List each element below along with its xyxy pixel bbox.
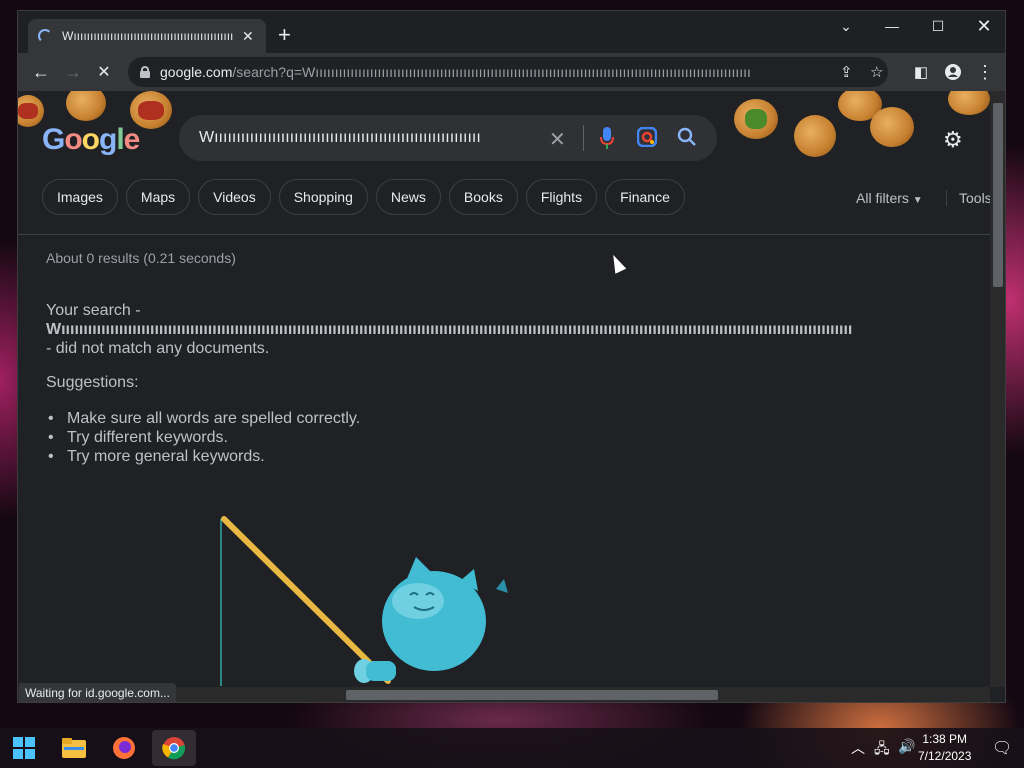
suggestion-item: Try more general keywords. [48,447,360,466]
new-tab-button[interactable]: + [278,23,291,47]
search-divider [583,125,584,151]
chip-videos[interactable]: Videos [198,179,271,215]
doodle-snack [948,91,990,115]
all-filters-label: All filters [856,190,909,206]
kebab-menu-icon[interactable]: ⋮ [972,59,998,85]
close-window-button[interactable]: ✕ [961,11,1005,41]
chrome-taskbar-icon[interactable] [152,730,196,766]
vertical-scrollbar[interactable] [990,91,1005,687]
chip-flights[interactable]: Flights [525,179,598,215]
settings-gear-icon[interactable]: ⚙ [943,127,963,153]
chip-finance[interactable]: Finance [605,179,685,215]
tray-overflow-chevron-icon[interactable]: ︿ [851,738,865,758]
chrome-window: Wııııııııııııııııııııııııııııııııııııııı… [17,10,1006,703]
chip-shopping[interactable]: Shopping [278,179,368,215]
doodle-snack [18,95,44,127]
tab-strip: Wııııııııııııııııııııııııııııııııııııııı… [18,11,1005,53]
network-icon[interactable]: 🖧 [874,738,890,762]
search-icon[interactable] [677,127,697,152]
status-bubble: Waiting for id.google.com... [19,683,176,702]
taskbar-clock[interactable]: 1:38 PM 7/12/2023 [918,731,971,765]
firefox-icon[interactable] [110,734,138,762]
url-host: google.com [160,64,233,80]
tools-button[interactable]: Tools [946,190,990,206]
notification-icon[interactable]: 🗨 [992,738,1012,758]
horizontal-scrollbar-thumb[interactable] [346,690,718,700]
volume-icon[interactable]: 🔊 [898,738,915,755]
active-tab[interactable]: Wııııııııııııııııııııııııııııııııııııııı… [28,19,266,53]
doodle-snack [66,91,106,121]
forward-button[interactable]: → [60,59,86,85]
lock-icon[interactable] [140,66,150,78]
minimize-button[interactable]: — [869,11,915,41]
no-results-suffix: - did not match any documents. [46,340,270,357]
chip-books[interactable]: Books [448,179,518,215]
stop-loading-button[interactable]: ✕ [91,59,117,85]
vertical-scrollbar-thumb[interactable] [993,103,1003,287]
no-results-query: Wııııııııııııııııııııııııııııııııııııııı… [46,321,853,338]
no-results-prefix: Your search - [46,302,141,319]
result-stats: About 0 results (0.21 seconds) [46,250,236,266]
search-input[interactable]: Wııııııııııııııııııııııııııııııııııııııı… [199,129,535,147]
back-button[interactable]: ← [28,59,54,85]
search-results-page: Google Wıııııııııııııııııııııııııııııııı… [18,91,990,687]
tab-title: Wııııııııııııııııııııııııııııııııııııııı… [62,29,234,43]
suggestions-heading: Suggestions: [46,374,139,391]
suggestion-item: Try different keywords. [48,428,360,447]
caret-down-icon: ▼ [912,195,923,206]
address-bar[interactable]: google.com /search?q=Wıııııııııııııııııı… [128,57,888,87]
search-tabs: Images Maps Videos Shopping News Books F… [42,179,685,215]
windows-taskbar: ︿ 🖧 🔊 1:38 PM 7/12/2023 🗨 [0,728,1024,768]
doodle-snack [734,99,778,139]
all-filters-dropdown[interactable]: All filters ▼ [856,190,923,206]
google-logo[interactable]: Google [42,123,140,157]
tab-close-icon[interactable]: ✕ [242,28,254,45]
loading-spinner-icon [38,29,52,43]
clear-search-icon[interactable]: ✕ [549,127,566,152]
start-windows-icon[interactable] [10,734,38,762]
tab-search-icon[interactable]: ⌄ [823,11,869,41]
doodle-snack [794,115,836,157]
search-box[interactable]: Wııııııııııııııııııııııııııııııııııııııı… [179,115,717,161]
header-divider [18,234,990,235]
no-results-message: Your search - Wııııııııııııııııııııııııı… [46,301,990,358]
browser-toolbar: ← → ✕ google.com /search?q=Wıııııııııııı… [18,53,1005,91]
chip-images[interactable]: Images [42,179,118,215]
chip-maps[interactable]: Maps [125,179,191,215]
chip-news[interactable]: News [375,179,441,215]
fishing-monster-illustration [220,516,508,686]
suggestion-item: Make sure all words are spelled correctl… [48,409,360,428]
clock-time: 1:38 PM [922,732,968,746]
share-icon[interactable]: ⇪ [840,63,853,81]
side-panel-icon[interactable]: ◧ [908,59,934,85]
clock-date: 7/12/2023 [918,749,972,763]
file-explorer-icon[interactable] [60,734,88,762]
suggestions-list: Make sure all words are spelled correctl… [48,409,360,466]
mouse-cursor [607,252,627,274]
google-lens-icon[interactable] [636,126,658,152]
url-path: /search?q=Wııııııııııııııııııııııııııııı… [232,64,751,80]
bookmark-star-icon[interactable]: ☆ [870,63,883,81]
maximize-button[interactable]: ☐ [915,11,961,41]
profile-icon[interactable] [940,59,966,85]
microphone-icon[interactable] [600,127,614,154]
doodle-snack [870,107,914,147]
